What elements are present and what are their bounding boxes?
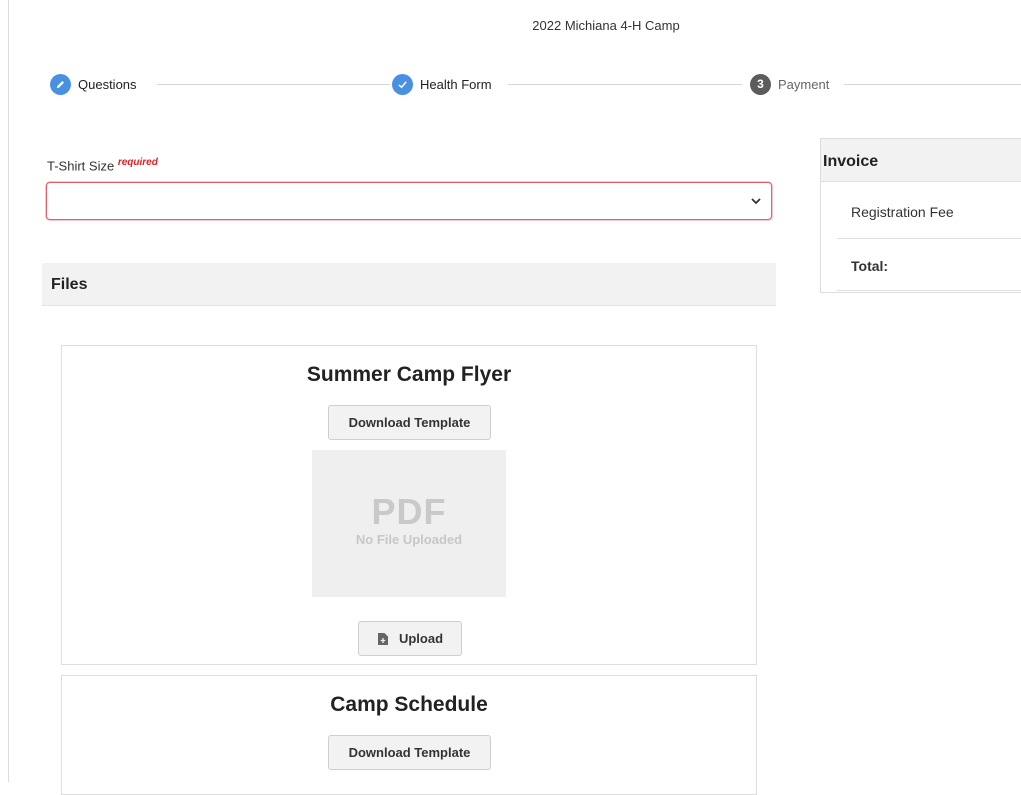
pdf-placeholder-label: PDF	[371, 491, 447, 532]
progress-stepper: Questions Health Form 3 Payment	[50, 72, 1021, 96]
step-connector	[157, 84, 390, 85]
step-connector	[844, 84, 1021, 85]
step-label: Health Form	[420, 76, 492, 92]
invoice-total-label: Total:	[851, 258, 889, 274]
invoice-panel: Invoice Registration Fee Total:	[820, 138, 1021, 293]
upload-label: Upload	[398, 631, 444, 646]
step-health-form[interactable]: Health Form	[392, 72, 492, 96]
pencil-icon	[50, 73, 71, 95]
file-title: Camp Schedule	[330, 693, 488, 716]
left-border	[8, 0, 9, 782]
file-upload-icon	[377, 632, 388, 645]
file-card-summer-camp-flyer: Summer Camp Flyer Download Template PDF …	[61, 345, 757, 665]
download-template-button[interactable]: Download Template	[328, 735, 491, 770]
pdf-preview: PDF No File Uploaded	[312, 450, 506, 597]
chevron-down-icon	[751, 198, 761, 205]
page-title: 2022 Michiana 4-H Camp	[532, 18, 680, 33]
download-template-button[interactable]: Download Template	[328, 405, 491, 440]
tshirt-size-select[interactable]	[46, 182, 772, 220]
step-label: Payment	[778, 76, 830, 92]
divider	[837, 290, 1021, 291]
upload-button[interactable]: Upload	[358, 621, 462, 656]
invoice-heading: Invoice	[821, 139, 1021, 182]
step-connector	[508, 84, 742, 85]
file-title: Summer Camp Flyer	[306, 363, 512, 386]
step-label: Questions	[78, 76, 137, 92]
required-indicator: required	[117, 157, 158, 168]
step-number-badge: 3	[750, 73, 771, 95]
divider	[837, 238, 1021, 239]
tshirt-size-label: T-Shirt Size required	[47, 157, 158, 174]
step-payment[interactable]: 3 Payment	[750, 72, 829, 96]
invoice-line-item: Registration Fee	[851, 204, 954, 220]
file-card-camp-schedule: Camp Schedule Download Template	[61, 675, 757, 795]
no-file-status: No File Uploaded	[355, 532, 463, 547]
check-icon	[392, 73, 413, 95]
step-questions[interactable]: Questions	[50, 72, 137, 96]
files-section-header: Files	[42, 263, 776, 306]
